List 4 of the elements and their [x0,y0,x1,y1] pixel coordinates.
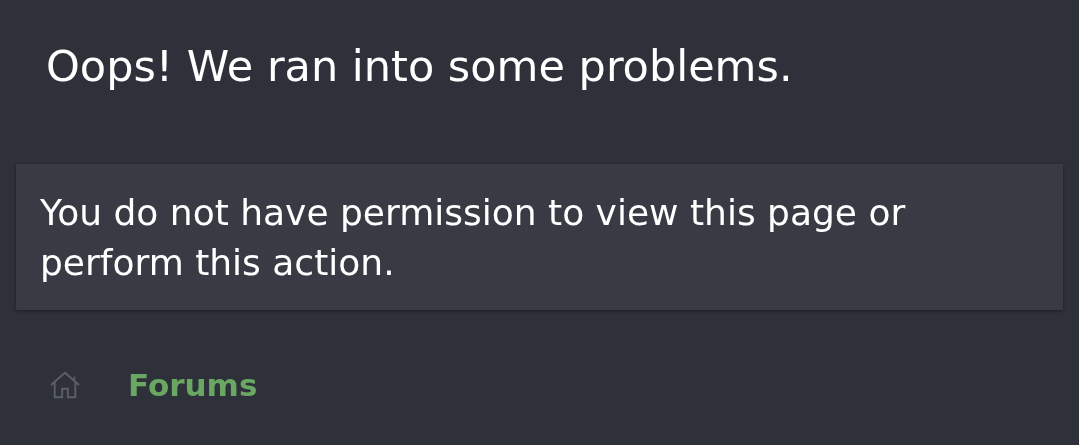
forums-link[interactable]: Forums [128,367,258,403]
home-icon[interactable] [48,370,82,400]
error-message: You do not have permission to view this page or perform this action. [16,164,1063,310]
page-title: Oops! We ran into some problems. [45,40,794,93]
